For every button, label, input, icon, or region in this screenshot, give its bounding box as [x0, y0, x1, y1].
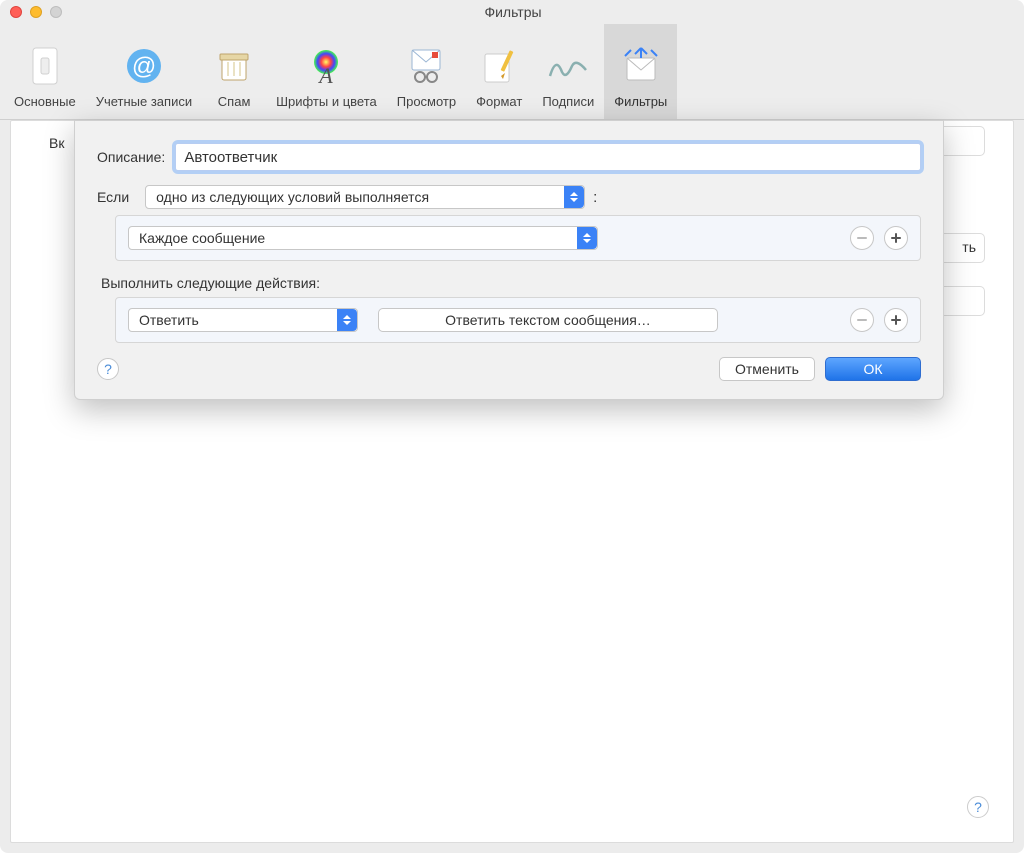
popup-arrows-icon [564, 186, 584, 208]
condition-row: Каждое сообщение [115, 215, 921, 261]
toolbar-item-label: Подписи [542, 94, 594, 109]
toolbar-general[interactable]: Основные [4, 24, 86, 119]
toolbar-rules[interactable]: Фильтры [604, 24, 677, 119]
condition-popup[interactable]: Каждое сообщение [128, 226, 598, 250]
toolbar-signatures[interactable]: Подписи [532, 24, 604, 119]
svg-text:@: @ [132, 53, 156, 80]
condition-value: Каждое сообщение [139, 230, 265, 246]
titlebar: Фильтры [0, 0, 1024, 24]
popup-arrows-icon [337, 309, 357, 331]
preferences-toolbar: Основные @ Учетные записи Спам A Шрифты … [0, 24, 1024, 120]
add-action-button[interactable] [884, 308, 908, 332]
svg-text:A: A [318, 63, 334, 86]
preferences-window: Фильтры Основные @ Учетные записи Спам A… [0, 0, 1024, 853]
action-type-value: Ответить [139, 312, 199, 328]
composing-icon [477, 44, 521, 88]
toolbar-composing[interactable]: Формат [466, 24, 532, 119]
general-icon [23, 44, 67, 88]
colon: : [593, 189, 597, 206]
cancel-button[interactable]: Отменить [719, 357, 815, 381]
accounts-icon: @ [122, 44, 166, 88]
signatures-icon [546, 44, 590, 88]
reply-text-button[interactable]: Ответить текстом сообщения… [378, 308, 718, 332]
toolbar-item-label: Основные [14, 94, 76, 109]
add-condition-button[interactable] [884, 226, 908, 250]
sheet-help-button[interactable]: ? [97, 358, 119, 380]
toolbar-accounts[interactable]: @ Учетные записи [86, 24, 202, 119]
toolbar-item-label: Учетные записи [96, 94, 192, 109]
if-condition-popup[interactable]: одно из следующих условий выполняется [145, 185, 585, 209]
rules-icon [619, 44, 663, 88]
toolbar-item-label: Шрифты и цвета [276, 94, 377, 109]
rules-col-active: Вк [49, 135, 64, 151]
remove-action-button[interactable] [850, 308, 874, 332]
close-window-button[interactable] [10, 6, 22, 18]
minimize-window-button[interactable] [30, 6, 42, 18]
toolbar-item-label: Фильтры [614, 94, 667, 109]
toolbar-junk[interactable]: Спам [202, 24, 266, 119]
actions-section-label: Выполнить следующие действия: [101, 275, 921, 291]
help-button[interactable]: ? [967, 796, 989, 818]
toolbar-fonts-colors[interactable]: A Шрифты и цвета [266, 24, 387, 119]
action-row: Ответить Ответить текстом сообщения… [115, 297, 921, 343]
toolbar-item-label: Формат [476, 94, 522, 109]
if-label: Если [97, 189, 129, 205]
edit-rule-sheet: Описание: Если одно из следующих условий… [74, 120, 944, 400]
zoom-window-button [50, 6, 62, 18]
description-input[interactable] [175, 143, 921, 171]
toolbar-item-label: Просмотр [397, 94, 456, 109]
toolbar-item-label: Спам [218, 94, 251, 109]
window-controls [10, 6, 62, 18]
toolbar-viewing[interactable]: Просмотр [387, 24, 466, 119]
fonts-colors-icon: A [304, 44, 348, 88]
description-label: Описание: [97, 149, 165, 165]
ok-button[interactable]: ОК [825, 357, 921, 381]
remove-condition-button[interactable] [850, 226, 874, 250]
if-condition-value: одно из следующих условий выполняется [156, 189, 429, 205]
window-title: Фильтры [62, 4, 964, 20]
viewing-icon [404, 44, 448, 88]
spam-icon [212, 44, 256, 88]
action-type-popup[interactable]: Ответить [128, 308, 358, 332]
popup-arrows-icon [577, 227, 597, 249]
